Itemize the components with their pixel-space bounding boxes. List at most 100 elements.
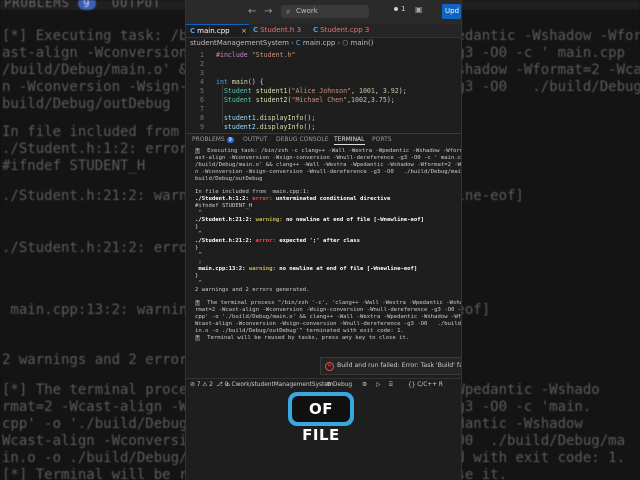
terminal-line: }	[195, 245, 199, 251]
notification-dot-icon	[394, 7, 398, 11]
code-line[interactable]: 5 Student student1("Alice Johnson", 1001…	[186, 87, 461, 96]
update-button[interactable]: Upd	[442, 4, 461, 19]
breadcrumb: studentManagementSystem › C main.cpp › ⬡ mai…	[186, 38, 461, 49]
accounts-icon[interactable]: ▣	[415, 5, 423, 14]
cpp-file-icon: C	[295, 39, 301, 47]
terminal-line: ./Student.h:21:2: warning: no newline at…	[195, 217, 425, 223]
background-line: ./Student.h:21:2: warn	[2, 188, 188, 204]
background-output-tab: OUTPUT	[111, 0, 162, 10]
background-line: 2 warnings and 2 error	[2, 352, 188, 368]
status-language[interactable]: {} C/C++ R	[408, 379, 443, 391]
terminal-line: In file included from main.cpp:1:	[195, 189, 310, 195]
terminal-line: }	[195, 273, 199, 279]
tab-debug-console[interactable]: DEBUG CONSOLE	[276, 134, 329, 145]
cpp-file-icon: C	[313, 26, 319, 34]
tab-main-cpp[interactable]: Cmain.cpp ×	[186, 24, 249, 37]
code-line[interactable]: 4 int main() {	[186, 78, 461, 87]
code-text: student2.displayInfo();	[223, 123, 316, 131]
code-line[interactable]: 6 Student student2("Michael Chen",1002,3…	[186, 96, 461, 105]
terminal-line: in.o -o ./build/Debug/outDebug'" termina…	[195, 328, 404, 334]
breadcrumb-folder[interactable]: studentManagementSystem	[190, 39, 289, 47]
tab-student-h[interactable]: C Student.h 3	[249, 24, 305, 37]
cpp-file-icon: C	[190, 27, 196, 35]
tab-label: Student.cpp 3	[320, 26, 370, 34]
code-line[interactable]: 1 #include "Student.h"	[186, 51, 461, 60]
chevron-right-icon: ›	[337, 39, 341, 47]
background-line: ast-align -Wconversion	[2, 45, 188, 61]
code-line[interactable]: 8 student1.displayInfo();	[186, 114, 461, 123]
command-center-search[interactable]: ⌕ Cwork	[281, 5, 369, 18]
error-circle-icon: ✕	[325, 362, 334, 371]
line-number: 4	[200, 78, 204, 86]
background-line: ./Student.h:1:2: error	[2, 141, 188, 157]
terminal-line: cpp' -o './build/Debug/main.o' && clang+…	[195, 314, 461, 320]
background-line: -g3 -O0 -c ' main.cpp	[448, 45, 626, 61]
background-line: -g3 -O0 ./build/Debug/main.o	[448, 79, 640, 95]
code-text: #include "Student.h"	[216, 51, 296, 59]
status-language-label: C/C++ R	[417, 382, 443, 388]
back-arrow-icon[interactable]: ←	[248, 6, 256, 17]
search-text: Cwork	[296, 7, 318, 15]
settings-icon[interactable]: ⚙	[362, 379, 367, 391]
terminal-line: }	[195, 224, 199, 230]
code-text: Student student1("Alice Johnson", 1001, …	[223, 87, 407, 95]
forward-arrow-icon[interactable]: →	[264, 6, 272, 17]
code-text: student1.displayInfo();	[223, 114, 316, 122]
status-debug[interactable]: ⚙ Debug	[326, 379, 352, 391]
terminal-output[interactable]: * Executing task: /bin/zsh -c clang++ -W…	[186, 146, 461, 356]
terminal-icon[interactable]: ⌸	[389, 379, 392, 391]
function-icon: ⬡	[342, 39, 349, 47]
background-problems-badge: 9	[78, 0, 96, 10]
code-editor[interactable]: 1#include "Student.h"234 int main() {5 St…	[186, 50, 461, 131]
close-icon[interactable]: ×	[241, 25, 247, 38]
breadcrumb-file[interactable]: main.cpp	[303, 39, 335, 47]
status-debug-label: Debug	[333, 382, 353, 388]
terminal-line: ^	[195, 252, 202, 258]
status-folder[interactable]: ⌂ Cwork/studentManagementSystem	[226, 379, 334, 391]
debug-icon: ⚙	[326, 382, 334, 388]
search-icon: ⌕	[286, 7, 291, 16]
background-line: build/Debug/outDebug	[2, 96, 171, 112]
status-problems[interactable]: ⊘ 7 ⚠ 2	[190, 379, 213, 391]
terminal-line: n -Wconversion -Wsign-conversion -Wnull-…	[195, 169, 461, 175]
breadcrumb-symbol[interactable]: main()	[351, 39, 374, 47]
notification-count: 1	[401, 5, 406, 13]
tab-output[interactable]: OUTPUT	[243, 134, 267, 145]
code-text: Student student2("Michael Chen",1002,3.7…	[223, 96, 395, 104]
terminal-line: * Terminal will be reused by tasks, pres…	[195, 335, 410, 341]
background-line: #ifndef STUDENT_H	[2, 158, 146, 174]
background-line: [*] Terminal will be r	[2, 467, 188, 480]
editor-tabs: Cmain.cpp × C Student.h 3 C Student.cpp 3	[186, 24, 461, 38]
line-number: 7	[200, 105, 204, 113]
terminal-line: ^	[195, 231, 202, 237]
background-line: [*] Executing task: /bi	[2, 28, 196, 44]
problems-badge: 9	[226, 137, 234, 143]
background-line: ed with exit code: 1.	[448, 450, 626, 466]
header-file-icon: C	[253, 26, 259, 34]
terminal-line: ^	[195, 280, 202, 286]
code-line[interactable]: 7	[186, 105, 461, 114]
tab-student-cpp[interactable]: C Student.cpp 3	[305, 24, 377, 37]
tab-problems[interactable]: PROBLEMS 9	[192, 134, 234, 146]
tab-terminal[interactable]: TERMINAL	[334, 134, 365, 145]
error-notification[interactable]: ✕ Build and run failed: Error: Task 'Bui…	[320, 357, 461, 375]
code-line[interactable]: 3	[186, 69, 461, 78]
tab-label: main.cpp	[197, 27, 230, 35]
background-line: edantic -Wshadow	[448, 416, 583, 432]
code-text: int main() {	[216, 78, 264, 86]
video-caption: OF FILE	[292, 396, 350, 444]
code-line[interactable]: 2	[186, 60, 461, 69]
tab-label: Student.h 3	[260, 26, 302, 34]
background-line: main.cpp:13:2: warnin	[2, 302, 188, 318]
indent-guide	[222, 81, 223, 125]
code-line[interactable]: 9 student2.displayInfo();	[186, 123, 461, 132]
background-line: ./Student.h:21:2: error	[2, 240, 196, 256]
background-line: pedantic -Wshadow -Wformat	[448, 28, 640, 44]
tab-ports[interactable]: PORTS	[372, 134, 392, 145]
background-line: In file included from	[2, 124, 180, 140]
terminal-line: ast-align -Wconversion -Wsign-conversion…	[195, 155, 461, 161]
terminal-line: ^	[195, 210, 202, 216]
run-icon[interactable]: ▷	[376, 379, 380, 391]
tab-problems-label: PROBLEMS	[192, 136, 225, 143]
background-line: [*] The terminal proce	[2, 382, 188, 398]
